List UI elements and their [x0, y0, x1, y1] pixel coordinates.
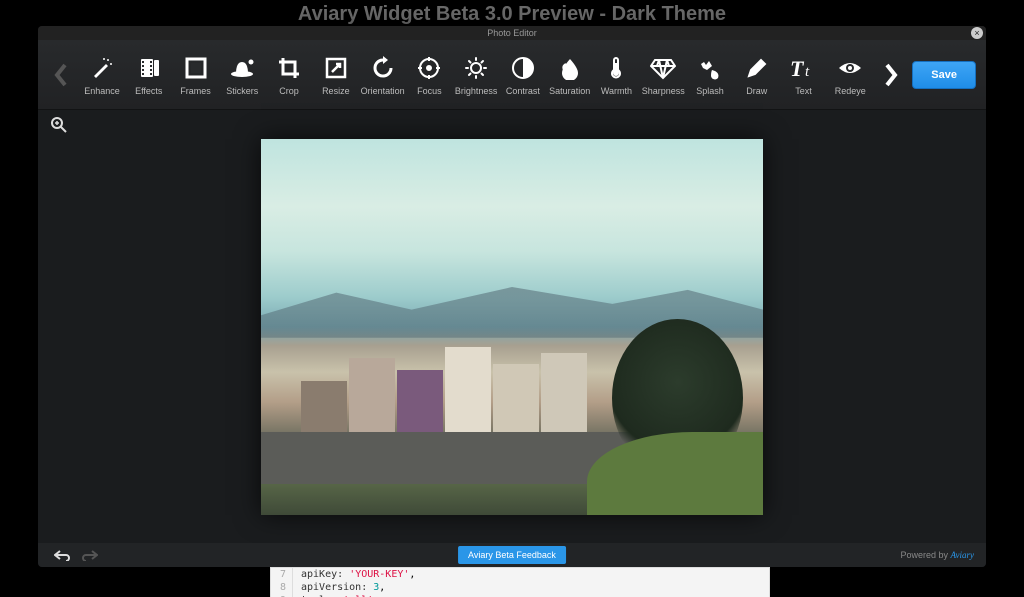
- tool-label: Focus: [417, 86, 442, 96]
- tool-label: Saturation: [549, 86, 590, 96]
- tool-label: Redeye: [835, 86, 866, 96]
- tool-label: Sharpness: [642, 86, 685, 96]
- tool-label: Brightness: [455, 86, 498, 96]
- filmstrip-icon: [137, 54, 161, 82]
- tool-draw[interactable]: Draw: [735, 54, 779, 96]
- tool-text[interactable]: Tt Text: [782, 54, 826, 96]
- tool-enhance[interactable]: Enhance: [80, 54, 124, 96]
- feedback-button[interactable]: Aviary Beta Feedback: [458, 546, 566, 564]
- zoom-button[interactable]: [50, 116, 68, 139]
- tool-saturation[interactable]: Saturation: [548, 54, 592, 96]
- tool-stickers[interactable]: Stickers: [220, 54, 264, 96]
- contrast-icon: [511, 54, 535, 82]
- tool-warmth[interactable]: Warmth: [594, 54, 638, 96]
- tool-label: Stickers: [226, 86, 258, 96]
- tool-label: Splash: [696, 86, 724, 96]
- tool-sharpness[interactable]: Sharpness: [641, 54, 685, 96]
- text-icon: Tt: [790, 54, 818, 82]
- tool-label: Orientation: [361, 86, 405, 96]
- tool-orientation[interactable]: Orientation: [361, 54, 405, 96]
- tool-label: Warmth: [601, 86, 632, 96]
- tool-crop[interactable]: Crop: [267, 54, 311, 96]
- svg-text:T: T: [790, 56, 805, 80]
- target-icon: [417, 54, 441, 82]
- rotate-icon: [371, 54, 395, 82]
- hat-icon: [229, 54, 255, 82]
- diamond-icon: [650, 54, 676, 82]
- window-titlebar: Photo Editor ×: [38, 26, 986, 40]
- tool-brightness[interactable]: Brightness: [454, 54, 498, 96]
- tool-label: Crop: [279, 86, 299, 96]
- tool-label: Frames: [180, 86, 211, 96]
- photo-editor-window: Photo Editor × Enhance Effects Frames Stick…: [38, 26, 986, 567]
- page-background-title: Aviary Widget Beta 3.0 Preview - Dark Th…: [0, 0, 1024, 28]
- svg-text:t: t: [805, 64, 810, 80]
- crop-icon: [277, 54, 301, 82]
- tools-scroll-right[interactable]: [878, 45, 904, 105]
- tool-effects[interactable]: Effects: [127, 54, 171, 96]
- tool-splash[interactable]: Splash: [688, 54, 732, 96]
- tool-frames[interactable]: Frames: [174, 54, 218, 96]
- splash-icon: [698, 54, 722, 82]
- canvas-area: [38, 110, 986, 543]
- powered-by: Powered by Aviary: [900, 550, 974, 560]
- close-button[interactable]: ×: [971, 27, 983, 39]
- tool-label: Draw: [746, 86, 767, 96]
- tool-label: Contrast: [506, 86, 540, 96]
- toolbar: Enhance Effects Frames Stickers Crop Resize Or…: [38, 40, 986, 110]
- tool-resize[interactable]: Resize: [314, 54, 358, 96]
- tool-label: Text: [795, 86, 812, 96]
- resize-icon: [324, 54, 348, 82]
- undo-button[interactable]: [48, 546, 76, 564]
- window-title: Photo Editor: [487, 28, 537, 38]
- tool-redeye[interactable]: Redeye: [828, 54, 872, 96]
- frame-icon: [184, 54, 208, 82]
- tool-focus[interactable]: Focus: [407, 54, 451, 96]
- pencil-icon: [745, 54, 769, 82]
- sun-icon: [464, 54, 488, 82]
- thermometer-icon: [604, 54, 628, 82]
- tool-label: Resize: [322, 86, 350, 96]
- redo-button[interactable]: [76, 546, 104, 564]
- tool-label: Enhance: [84, 86, 120, 96]
- tools-scroll-left[interactable]: [48, 45, 74, 105]
- save-button[interactable]: Save: [912, 61, 976, 89]
- droplet-icon: [558, 54, 582, 82]
- photo-canvas[interactable]: [261, 139, 763, 515]
- code-peek: 7apiKey: 'YOUR-KEY',8apiVersion: 3,9tool…: [270, 567, 770, 597]
- tool-contrast[interactable]: Contrast: [501, 54, 545, 96]
- footer: Aviary Beta Feedback Powered by Aviary: [38, 543, 986, 567]
- tool-label: Effects: [135, 86, 162, 96]
- brand-link[interactable]: Aviary: [951, 550, 975, 560]
- eye-icon: [837, 54, 863, 82]
- wand-icon: [90, 54, 114, 82]
